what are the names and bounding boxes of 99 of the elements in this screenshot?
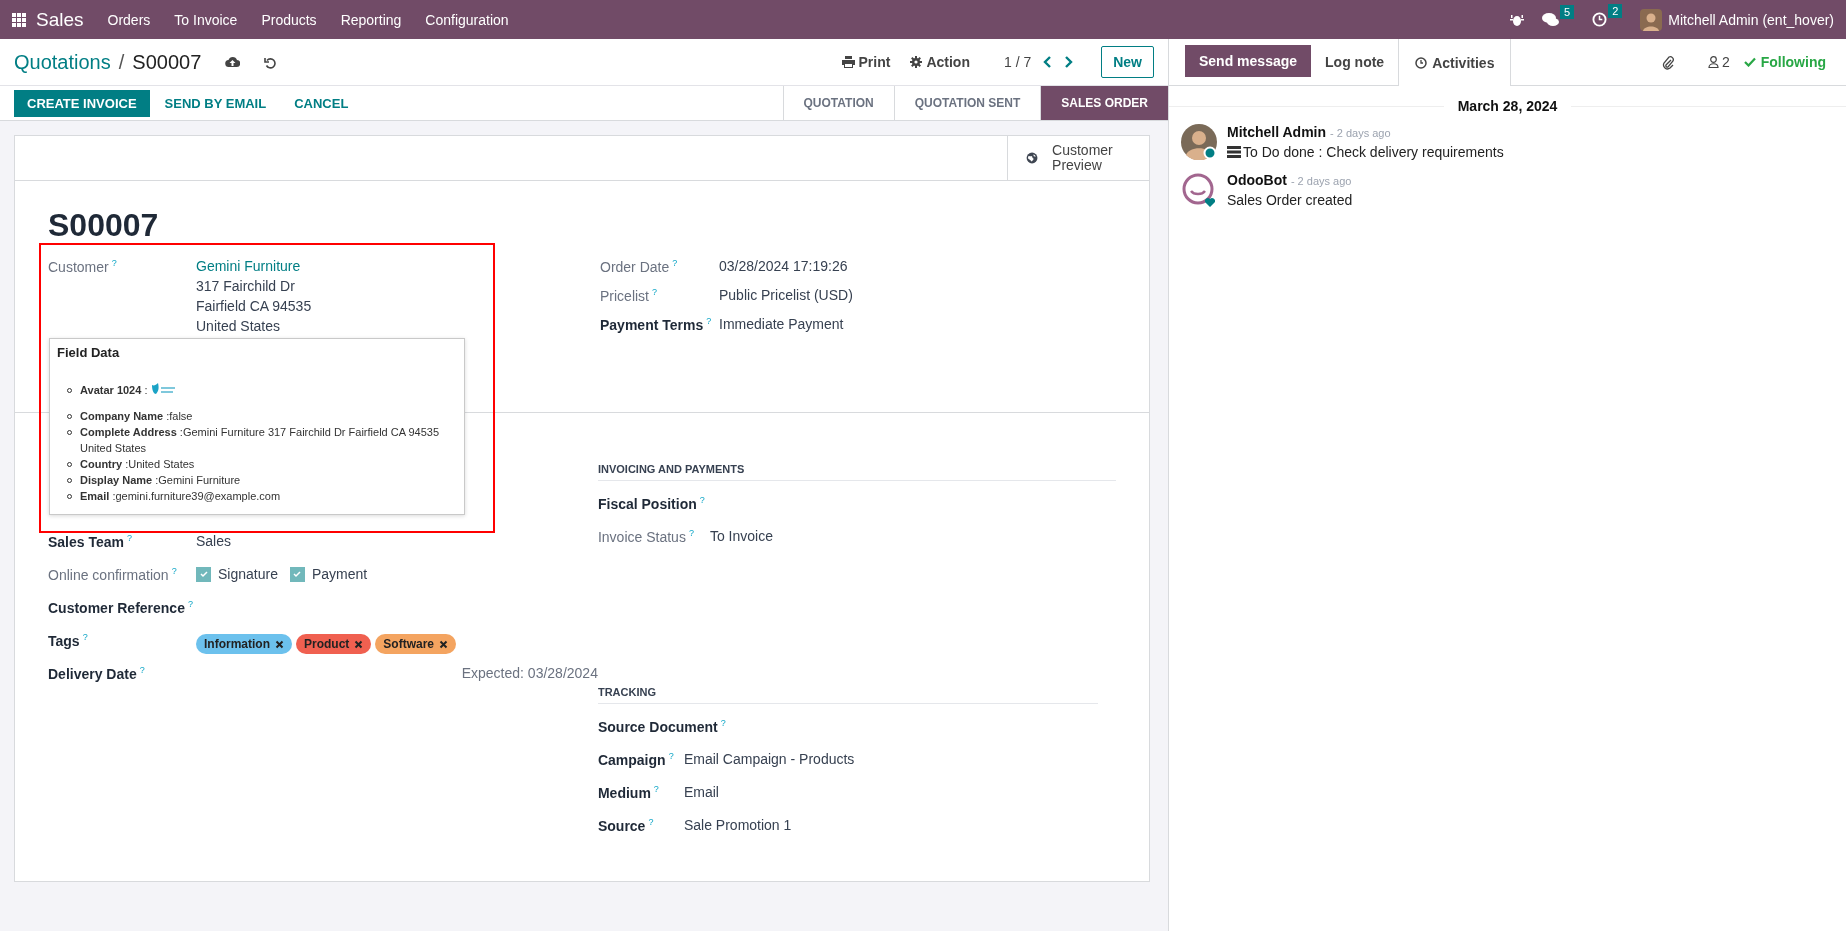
cloud-upload-icon[interactable] <box>225 56 241 68</box>
field-label: Customer $^{?}$ <box>48 258 118 275</box>
menu-item[interactable]: Configuration <box>425 11 509 28</box>
checkbox-label: Signature <box>218 566 278 582</box>
breadcrumb-link[interactable]: Quotations <box>14 50 111 74</box>
field-data-entry: Company Name :false <box>80 409 193 424</box>
field-label: Medium $^{?}$ <box>597 784 660 801</box>
avatar-icon[interactable] <box>1640 8 1663 31</box>
field-value: Immediate Payment <box>719 316 844 332</box>
tag[interactable]: Information <box>196 634 292 654</box>
paperclip-icon[interactable] <box>1661 54 1674 70</box>
avatar-icon <box>1181 124 1217 160</box>
clock-icon <box>1415 56 1428 69</box>
remove-icon[interactable] <box>275 639 284 649</box>
field-value: Sale Promotion 1 <box>683 817 792 833</box>
field-data-entry: Email :gemini.furniture39@example.com <box>80 489 281 504</box>
clock-icon[interactable] <box>1592 12 1608 27</box>
print-button[interactable]: Print <box>837 54 895 70</box>
record-title: S00007 <box>48 207 160 244</box>
activity-count-badge: 2 <box>1608 4 1623 18</box>
tag[interactable]: Product <box>296 634 372 654</box>
section-heading: INVOICING AND PAYMENTS <box>597 463 1116 481</box>
bug-icon[interactable] <box>1510 12 1524 27</box>
field-label: Campaign $^{?}$ <box>597 751 675 768</box>
field-label: Payment Terms $^{?}$ <box>600 316 713 333</box>
person-icon <box>1707 56 1719 68</box>
field-data-entry: Display Name :Gemini Furniture <box>80 473 241 488</box>
chevron-left-icon[interactable] <box>1043 56 1053 68</box>
action-button[interactable]: SEND BY EMAIL <box>151 89 280 117</box>
menu-item[interactable]: Reporting <box>340 11 402 28</box>
check-icon <box>292 569 303 579</box>
address-line: Fairfield CA 94535 <box>196 298 312 314</box>
message-time: - 2 days ago <box>1330 127 1391 139</box>
send-message-button[interactable]: Send message <box>1185 45 1312 77</box>
field-value: 03/28/2024 17:19:26 <box>719 258 848 274</box>
message-author: Mitchell Admin <box>1227 124 1327 140</box>
followers-button[interactable]: 2 <box>1701 53 1736 71</box>
field-label: Invoice Status $^{?}$ <box>597 528 695 545</box>
action-button[interactable]: CANCEL <box>281 89 362 117</box>
field-label: Source $^{?}$ <box>597 817 655 834</box>
message-time: - 2 days ago <box>1290 175 1352 187</box>
action-button[interactable]: Action <box>906 54 974 70</box>
menu-item[interactable]: Products <box>261 11 317 28</box>
user-name[interactable]: Mitchell Admin (ent_hover) <box>1668 11 1834 28</box>
address-line: 317 Fairchild Dr <box>196 278 296 294</box>
gear-icon <box>910 56 923 68</box>
popover-title: Field Data <box>57 345 121 360</box>
activities-button[interactable]: Activities <box>1398 39 1512 86</box>
message-text: Sales Order created <box>1227 192 1353 208</box>
pager-value: 1 / 7 <box>1003 54 1032 70</box>
field-label: Pricelist $^{?}$ <box>600 287 659 304</box>
field-data-entry: Avatar 1024 : <box>80 383 148 398</box>
breadcrumb-separator: / <box>118 50 125 74</box>
field-label: Delivery Date $^{?}$ <box>48 665 146 682</box>
message-count-badge: 5 <box>1560 4 1575 19</box>
remove-icon[interactable] <box>354 639 364 649</box>
new-button[interactable]: New <box>1101 46 1154 78</box>
field-label: Source Document $^{?}$ <box>597 718 726 735</box>
message-author: OdooBot <box>1227 172 1287 188</box>
field-label: Sales Team $^{?}$ <box>48 533 134 550</box>
app-name[interactable]: Sales <box>36 8 84 31</box>
chat-icon[interactable] <box>1542 12 1559 27</box>
menu-item[interactable]: Orders <box>107 11 151 28</box>
undo-icon[interactable] <box>264 55 277 69</box>
field-label: Fiscal Position $^{?}$ <box>597 495 706 512</box>
checkbox-label: Payment <box>311 566 368 582</box>
action-button[interactable]: CREATE INVOICE <box>14 89 150 117</box>
customer-link[interactable]: Gemini Furniture <box>196 258 312 274</box>
field-value: To Invoice <box>709 528 773 544</box>
apps-grid-icon[interactable] <box>12 12 26 27</box>
checkbox[interactable] <box>196 566 211 582</box>
printer-icon <box>841 56 855 68</box>
list-icon <box>1227 146 1241 158</box>
message-text: To Do done : Check delivery requirements <box>1243 144 1504 160</box>
field-data-entry: Country :United States <box>80 457 195 472</box>
section-heading: TRACKING <box>597 686 1098 704</box>
status-stage[interactable]: SALES ORDER <box>1040 86 1168 120</box>
menu-item[interactable]: To Invoice <box>174 11 238 28</box>
check-icon <box>1743 57 1756 67</box>
field-label: Customer Reference $^{?}$ <box>48 599 194 616</box>
field-value: Email <box>683 784 719 800</box>
bot-avatar-icon <box>1181 172 1217 208</box>
checkbox[interactable] <box>289 566 305 582</box>
remove-icon[interactable] <box>439 639 449 649</box>
address-line: United States <box>196 318 282 334</box>
field-value: Sales <box>196 533 232 549</box>
chair-logo-icon <box>151 383 178 397</box>
tag[interactable]: Software <box>375 634 457 654</box>
field-label: Tags $^{?}$ <box>48 632 89 649</box>
date-separator: March 28, 2024 <box>1443 98 1572 114</box>
field-value: Public Pricelist (USD) <box>719 287 853 303</box>
check-icon <box>198 569 209 579</box>
field-value: Email Campaign - Products <box>683 751 855 767</box>
chevron-right-icon[interactable] <box>1064 56 1074 68</box>
field-value: Expected: 03/28/2024 <box>461 665 598 681</box>
field-data-entry: Complete Address :Gemini Furniture 317 Fairchild Dr Fairfield CA 94535 United States <box>80 425 441 456</box>
field-label: Order Date $^{?}$ <box>600 258 679 275</box>
field-label: Online confirmation $^{?}$ <box>48 566 178 583</box>
record-name: S00007 <box>132 50 202 74</box>
